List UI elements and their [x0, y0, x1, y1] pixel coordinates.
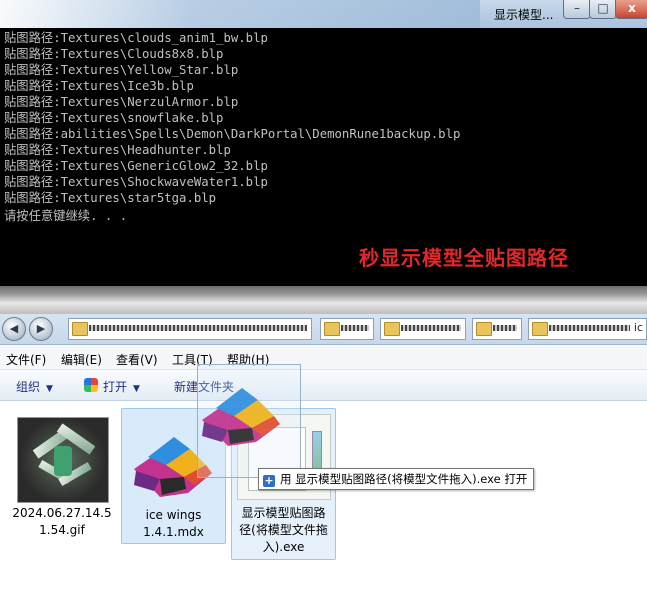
breadcrumb[interactable] — [320, 318, 374, 340]
console-line: 贴图路径:Textures\Yellow_Star.blp — [4, 63, 239, 77]
file-name: ice wings 1.4.1.mdx — [143, 508, 204, 539]
file-name: 显示模型贴图路 径(将模型文件拖 入).exe — [239, 506, 328, 554]
blurred-path — [549, 325, 630, 331]
menu-view[interactable]: 查看(V) — [116, 351, 158, 368]
plus-icon: + — [263, 474, 275, 487]
open-label: 打开 — [103, 380, 128, 394]
file-item-gif[interactable]: 2024.06.27.14.5 1.54.gif — [10, 503, 114, 543]
console-line: 贴图路径:Textures\clouds_anim1_bw.blp — [4, 31, 268, 45]
maximize-button[interactable]: □ — [589, 0, 617, 19]
creature-body — [54, 446, 72, 476]
open-button[interactable]: 打开 ▼ — [103, 378, 140, 395]
folder-icon — [532, 322, 548, 336]
titlebar-blur — [0, 0, 480, 28]
forward-button[interactable]: ▶ — [29, 317, 53, 341]
file-name: 2024.06.27.14.5 1.54.gif — [12, 506, 112, 537]
console-line: 贴图路径:Textures\snowflake.blp — [4, 111, 224, 125]
folder-icon — [324, 322, 340, 336]
blurred-path — [89, 325, 307, 331]
chevron-down-icon: ▼ — [133, 384, 140, 394]
console-output: 贴图路径:Textures\clouds_anim1_bw.blp 贴图路径:T… — [4, 30, 460, 206]
breadcrumb[interactable] — [380, 318, 466, 340]
drag-tooltip: + 用 显示模型贴图路径(将模型文件拖入).exe 打开 — [258, 468, 535, 490]
console-line: 贴图路径:Textures\Ice3b.blp — [4, 79, 194, 93]
blurred-path — [401, 325, 461, 331]
console-line: 贴图路径:Textures\Clouds8x8.blp — [4, 47, 224, 61]
console-line: 贴图路径:Textures\ShockwaveWater1.blp — [4, 175, 268, 189]
folder-icon — [476, 322, 492, 336]
menu-file[interactable]: 文件(F) — [6, 351, 46, 368]
open-with-icon — [84, 378, 98, 392]
organize-label: 组织 — [16, 380, 41, 394]
console-window: 显示模型... – □ x 贴图路径:Textures\clouds_anim1… — [0, 0, 647, 286]
breadcrumb[interactable] — [68, 318, 312, 340]
blurred-path — [493, 325, 517, 331]
blurred-toolbar — [0, 286, 647, 314]
overlay-caption: 秒显示模型全贴图路径 — [359, 246, 569, 270]
folder-icon — [384, 322, 400, 336]
console-prompt: 请按任意键继续. . . — [4, 209, 128, 223]
gif-thumbnail[interactable] — [17, 417, 109, 503]
console-line: 贴图路径:abilities\Spells\Demon\DarkPortal\D… — [4, 127, 461, 141]
breadcrumb-text: ic — [633, 321, 643, 334]
folder-icon — [72, 322, 88, 336]
drag-ghost-mdx-icon — [202, 388, 280, 446]
breadcrumb[interactable]: ic — [528, 318, 647, 340]
back-button[interactable]: ◀ — [2, 317, 26, 341]
console-titlebar[interactable]: 显示模型... – □ x — [0, 0, 647, 28]
window-title: 显示模型... — [494, 8, 554, 22]
chevron-down-icon: ▼ — [46, 384, 53, 394]
breadcrumb[interactable] — [472, 318, 522, 340]
blurred-path — [341, 325, 369, 331]
tooltip-text: 用 显示模型贴图路径(将模型文件拖入).exe 打开 — [280, 472, 528, 486]
organize-button[interactable]: 组织 ▼ — [16, 378, 53, 395]
console-line: 贴图路径:Textures\NerzulArmor.blp — [4, 95, 239, 109]
console-line: 贴图路径:Textures\Headhunter.blp — [4, 143, 231, 157]
console-line: 贴图路径:Textures\GenericGlow2_32.blp — [4, 159, 268, 173]
console-line: 贴图路径:Textures\star5tga.blp — [4, 191, 217, 205]
menu-edit[interactable]: 编辑(E) — [61, 351, 102, 368]
minimize-button[interactable]: – — [563, 0, 591, 19]
close-button[interactable]: x — [615, 0, 647, 19]
